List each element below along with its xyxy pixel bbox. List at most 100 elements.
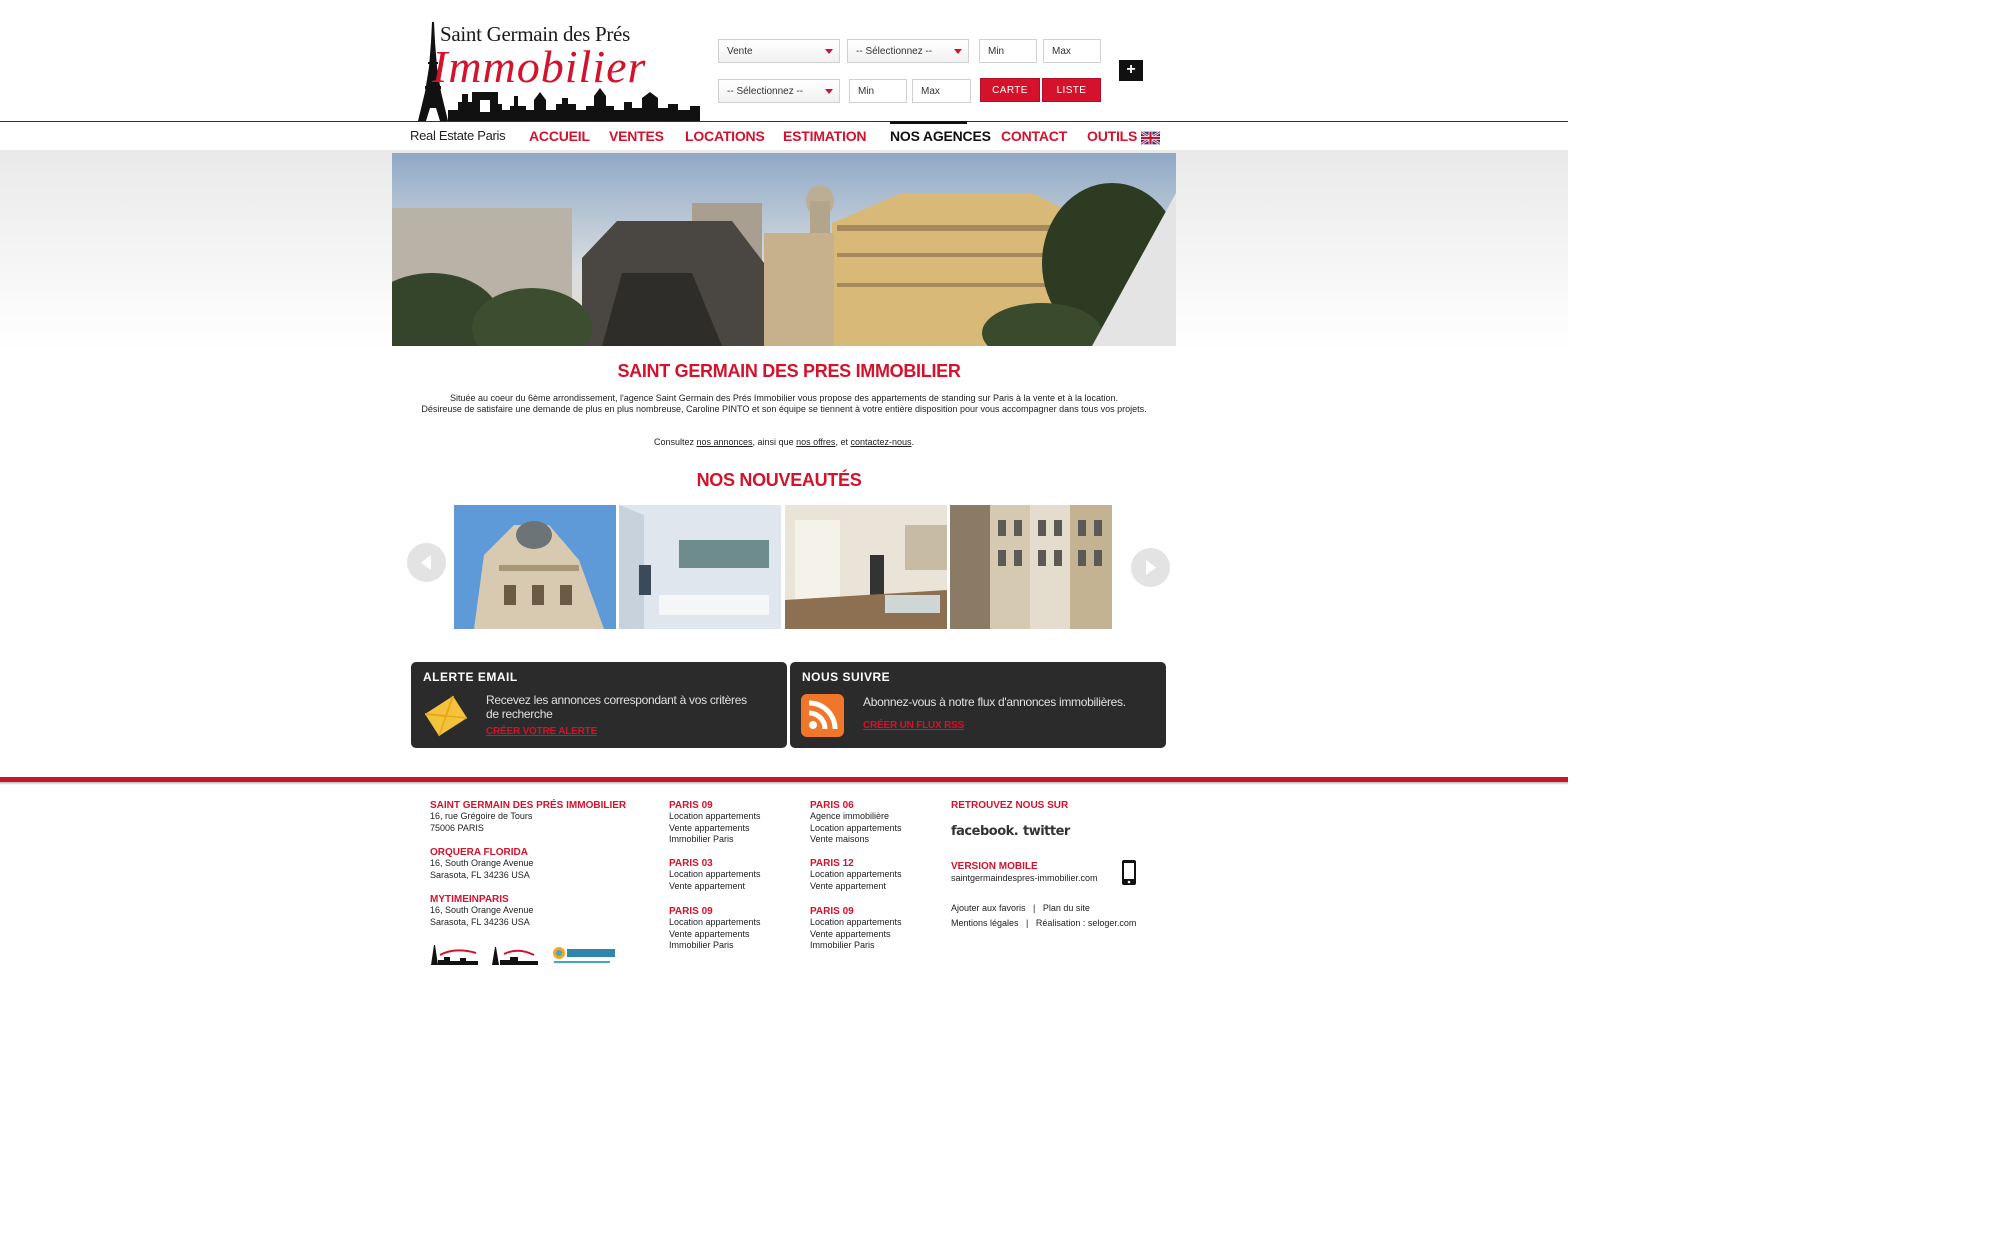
footer-links-col2-c: PARIS 09 Location appartements Vente app…: [669, 906, 761, 952]
footer-link-head[interactable]: PARIS 06: [810, 800, 902, 811]
list-button[interactable]: LISTE: [1042, 78, 1101, 102]
follow-text: Abonnez-vous à notre flux d'annonces imm…: [863, 695, 1126, 709]
uk-flag-icon[interactable]: [1141, 131, 1160, 145]
location-select[interactable]: -- Sélectionnez --: [718, 79, 840, 103]
surface-min-input[interactable]: Min: [849, 79, 907, 103]
arrow-right-icon: [1146, 560, 1156, 575]
carousel-prev-button[interactable]: [407, 543, 446, 582]
footer-agency-2: ORQUERA FLORIDA 16, South Orange Avenue …: [430, 847, 533, 881]
agency-name[interactable]: MYTIMEINPARIS: [430, 894, 533, 905]
footer-link-head[interactable]: PARIS 09: [669, 906, 761, 917]
price-min-input[interactable]: Min: [979, 39, 1037, 63]
agency-name[interactable]: ORQUERA FLORIDA: [430, 847, 533, 858]
footer-links-col3-a: PARIS 06 Agence immobilière Location app…: [810, 800, 902, 846]
footer-links-row-2[interactable]: Mentions légales | Réalisation : seloger…: [951, 918, 1136, 930]
footer-link-head[interactable]: PARIS 03: [669, 858, 761, 869]
smartphone-icon[interactable]: [1121, 859, 1137, 886]
consult-mid-2: , et: [835, 437, 851, 447]
footer-link[interactable]: Immobilier Paris: [669, 940, 761, 952]
location-select-value: -- Sélectionnez --: [727, 86, 804, 97]
nav-outils[interactable]: OUTILS: [1087, 128, 1137, 144]
map-button[interactable]: CARTE: [980, 78, 1040, 102]
mobile-title[interactable]: VERSION MOBILE: [951, 861, 1038, 872]
footer-link[interactable]: Vente appartement: [669, 881, 761, 893]
intro-title: SAINT GERMAIN DES PRES IMMOBILIER: [617, 361, 961, 381]
annonces-link[interactable]: nos annonces: [697, 437, 753, 447]
mytimeinparis-logo-icon: [492, 947, 538, 965]
chevron-down-icon: [825, 89, 833, 94]
footer-link[interactable]: Vente appartement: [810, 881, 902, 893]
chevron-down-icon: [825, 49, 833, 54]
email-alert-card: ALERTE EMAIL Recevez les annonces corres…: [411, 662, 787, 748]
offres-link[interactable]: nos offres: [796, 437, 835, 447]
listing-thumb-3[interactable]: [785, 505, 947, 629]
price-max-input[interactable]: Max: [1043, 39, 1101, 63]
more-criteria-button[interactable]: +: [1119, 60, 1143, 81]
partner-logo-sgdp[interactable]: [430, 945, 490, 965]
surface-max-input[interactable]: Max: [912, 79, 971, 103]
footer-link[interactable]: Location appartements: [669, 869, 761, 881]
sgdp-logo-icon: [431, 945, 478, 965]
consult-mid-1: , ainsi que: [752, 437, 797, 447]
footer-link[interactable]: Vente maisons: [810, 834, 902, 846]
footer-link[interactable]: Location appartements: [810, 823, 902, 835]
footer-agency-1: SAINT GERMAIN DES PRÉS IMMOBILIER 16, ru…: [430, 800, 626, 834]
carousel-next-button[interactable]: [1131, 548, 1170, 587]
footer-link[interactable]: Immobilier Paris: [669, 834, 761, 846]
footer-link[interactable]: Vente appartements: [810, 929, 902, 941]
footer-link[interactable]: Agence immobilière: [810, 811, 902, 823]
footer-links-col2-b: PARIS 03 Location appartements Vente app…: [669, 858, 761, 892]
intro-line-2: Désireuse de satisfaire une demande de p…: [421, 404, 1147, 414]
footer-links-row-1[interactable]: Ajouter aux favoris | Plan du site: [951, 903, 1090, 915]
consult-line: Consultez nos annonces, ainsi que nos of…: [412, 437, 1156, 447]
listing-thumb-1[interactable]: [454, 505, 616, 629]
partner-logo-orquera[interactable]: [552, 946, 617, 966]
footer-link[interactable]: Location appartements: [810, 869, 902, 881]
footer-link[interactable]: Location appartements: [810, 917, 902, 929]
footer-link-head[interactable]: PARIS 09: [669, 800, 761, 811]
agency-line: 75006 PARIS: [430, 822, 484, 833]
nav-locations[interactable]: LOCATIONS: [685, 128, 765, 144]
listing-thumb-2[interactable]: [619, 505, 781, 629]
footer-link-head[interactable]: PARIS 09: [810, 906, 902, 917]
agency-line: 16, rue Grégoire de Tours: [430, 811, 533, 821]
orquera-logo-icon: [553, 947, 615, 963]
facebook-link[interactable]: facebook.: [951, 824, 1019, 839]
transaction-select-value: Vente: [727, 46, 753, 57]
footer-link[interactable]: Vente appartements: [669, 823, 761, 835]
create-alert-link[interactable]: CRÉER VOTRE ALERTE: [486, 726, 597, 737]
mobile-url[interactable]: saintgermaindespres-immobilier.com: [951, 873, 1098, 885]
social-title: RETROUVEZ NOUS SUR: [951, 800, 1069, 811]
rss-icon: [801, 694, 844, 737]
follow-title: NOUS SUIVRE: [802, 670, 891, 684]
nav-estimation[interactable]: ESTIMATION: [783, 128, 866, 144]
news-title: NOS NOUVEAUTÉS: [696, 470, 862, 490]
type-select[interactable]: -- Sélectionnez --: [847, 39, 969, 63]
nav-accueil[interactable]: ACCUEIL: [529, 128, 590, 144]
hero-image: [392, 153, 1176, 346]
agency-name[interactable]: SAINT GERMAIN DES PRÉS IMMOBILIER: [430, 800, 626, 811]
footer-link[interactable]: Immobilier Paris: [810, 940, 902, 952]
create-rss-link[interactable]: CRÉER UN FLUX RSS: [863, 720, 964, 731]
listing-thumb-4[interactable]: [950, 505, 1112, 629]
envelope-icon: [424, 695, 468, 737]
type-select-value: -- Sélectionnez --: [856, 46, 933, 57]
footer-link[interactable]: Location appartements: [669, 811, 761, 823]
nav-nos-agences[interactable]: NOS AGENCES: [890, 128, 991, 144]
footer-link-head[interactable]: PARIS 12: [810, 858, 902, 869]
intro-text: Située au coeur du 6ème arrondissement, …: [412, 393, 1156, 415]
nav-active-indicator: [890, 121, 967, 124]
arrow-left-icon: [421, 555, 431, 570]
footer-link[interactable]: Location appartements: [669, 917, 761, 929]
nav-contact[interactable]: CONTACT: [1001, 128, 1067, 144]
twitter-link[interactable]: twitter: [1023, 824, 1070, 839]
partner-logo-mytimeinparis[interactable]: [490, 945, 545, 965]
footer-links-col3-b: PARIS 12 Location appartements Vente app…: [810, 858, 902, 892]
contact-link[interactable]: contactez-nous: [850, 437, 911, 447]
nav-ventes[interactable]: VENTES: [609, 128, 664, 144]
footer-link[interactable]: Vente appartements: [669, 929, 761, 941]
intro-line-1: Située au coeur du 6ème arrondissement, …: [449, 393, 1119, 403]
transaction-select[interactable]: Vente: [718, 39, 840, 63]
consult-suffix: .: [911, 437, 915, 447]
logo-script: Immobilier: [432, 41, 647, 92]
